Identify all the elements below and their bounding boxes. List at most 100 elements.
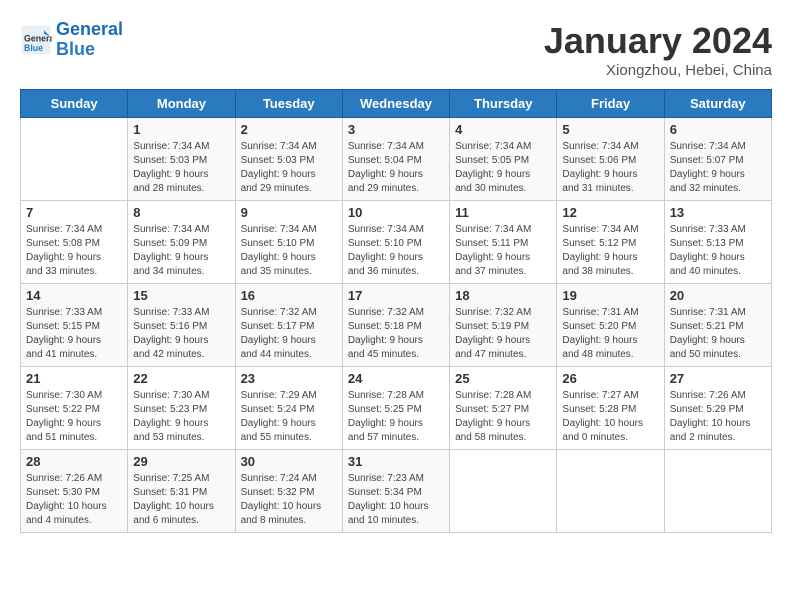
day-number: 28 xyxy=(26,454,122,469)
day-info: Sunrise: 7:34 AM Sunset: 5:06 PM Dayligh… xyxy=(562,140,658,196)
calendar-cell: 2 Sunrise: 7:34 AM Sunset: 5:03 PM Daylig… xyxy=(235,118,342,201)
day-info: Sunrise: 7:26 AM Sunset: 5:29 PM Dayligh… xyxy=(670,389,766,445)
day-info: Sunrise: 7:34 AM Sunset: 5:10 PM Dayligh… xyxy=(348,223,444,279)
day-number: 18 xyxy=(455,288,551,303)
day-info: Sunrise: 7:34 AM Sunset: 5:03 PM Dayligh… xyxy=(133,140,229,196)
day-info: Sunrise: 7:34 AM Sunset: 5:09 PM Dayligh… xyxy=(133,223,229,279)
day-info: Sunrise: 7:25 AM Sunset: 5:31 PM Dayligh… xyxy=(133,472,229,528)
weekday-header-tuesday: Tuesday xyxy=(235,90,342,118)
day-number: 9 xyxy=(241,205,337,220)
day-number: 17 xyxy=(348,288,444,303)
weekday-header-sunday: Sunday xyxy=(21,90,128,118)
calendar-cell: 25 Sunrise: 7:28 AM Sunset: 5:27 PM Dayli… xyxy=(450,367,557,450)
day-number: 1 xyxy=(133,122,229,137)
day-info: Sunrise: 7:31 AM Sunset: 5:20 PM Dayligh… xyxy=(562,306,658,362)
weekday-header-monday: Monday xyxy=(128,90,235,118)
day-info: Sunrise: 7:32 AM Sunset: 5:19 PM Dayligh… xyxy=(455,306,551,362)
day-info: Sunrise: 7:30 AM Sunset: 5:23 PM Dayligh… xyxy=(133,389,229,445)
day-number: 20 xyxy=(670,288,766,303)
day-info: Sunrise: 7:34 AM Sunset: 5:11 PM Dayligh… xyxy=(455,223,551,279)
day-number: 29 xyxy=(133,454,229,469)
calendar-cell: 10 Sunrise: 7:34 AM Sunset: 5:10 PM Dayli… xyxy=(342,201,449,284)
day-number: 6 xyxy=(670,122,766,137)
calendar-cell: 6 Sunrise: 7:34 AM Sunset: 5:07 PM Daylig… xyxy=(664,118,771,201)
day-info: Sunrise: 7:32 AM Sunset: 5:17 PM Dayligh… xyxy=(241,306,337,362)
day-number: 7 xyxy=(26,205,122,220)
calendar-cell xyxy=(664,450,771,533)
logo-text: GeneralBlue xyxy=(56,20,123,60)
day-info: Sunrise: 7:27 AM Sunset: 5:28 PM Dayligh… xyxy=(562,389,658,445)
calendar-cell: 11 Sunrise: 7:34 AM Sunset: 5:11 PM Dayli… xyxy=(450,201,557,284)
day-number: 31 xyxy=(348,454,444,469)
day-number: 5 xyxy=(562,122,658,137)
calendar-cell: 13Sunrise: 7:33 AM Sunset: 5:13 PM Dayli… xyxy=(664,201,771,284)
location-subtitle: Xiongzhou, Hebei, China xyxy=(544,62,772,79)
day-number: 21 xyxy=(26,371,122,386)
day-info: Sunrise: 7:32 AM Sunset: 5:18 PM Dayligh… xyxy=(348,306,444,362)
calendar-cell: 9 Sunrise: 7:34 AM Sunset: 5:10 PM Daylig… xyxy=(235,201,342,284)
calendar-cell: 24Sunrise: 7:28 AM Sunset: 5:25 PM Dayli… xyxy=(342,367,449,450)
day-info: Sunrise: 7:33 AM Sunset: 5:16 PM Dayligh… xyxy=(133,306,229,362)
day-info: Sunrise: 7:26 AM Sunset: 5:30 PM Dayligh… xyxy=(26,472,122,528)
calendar-cell: 15 Sunrise: 7:33 AM Sunset: 5:16 PM Dayli… xyxy=(128,284,235,367)
calendar-cell xyxy=(450,450,557,533)
logo-icon: General Blue xyxy=(20,24,52,56)
calendar-cell: 3 Sunrise: 7:34 AM Sunset: 5:04 PM Daylig… xyxy=(342,118,449,201)
weekday-header-row: SundayMondayTuesdayWednesdayThursdayFrid… xyxy=(21,90,772,118)
day-info: Sunrise: 7:34 AM Sunset: 5:05 PM Dayligh… xyxy=(455,140,551,196)
day-info: Sunrise: 7:33 AM Sunset: 5:15 PM Dayligh… xyxy=(26,306,122,362)
day-info: Sunrise: 7:34 AM Sunset: 5:04 PM Dayligh… xyxy=(348,140,444,196)
day-info: Sunrise: 7:28 AM Sunset: 5:27 PM Dayligh… xyxy=(455,389,551,445)
day-number: 10 xyxy=(348,205,444,220)
calendar-cell: 8Sunrise: 7:34 AM Sunset: 5:09 PM Daylig… xyxy=(128,201,235,284)
calendar-week-row: 21Sunrise: 7:30 AM Sunset: 5:22 PM Dayli… xyxy=(21,367,772,450)
day-number: 4 xyxy=(455,122,551,137)
calendar-week-row: 28 Sunrise: 7:26 AM Sunset: 5:30 PM Dayli… xyxy=(21,450,772,533)
day-number: 14 xyxy=(26,288,122,303)
logo: General Blue GeneralBlue xyxy=(20,20,123,60)
day-number: 22 xyxy=(133,371,229,386)
weekday-header-wednesday: Wednesday xyxy=(342,90,449,118)
day-number: 3 xyxy=(348,122,444,137)
calendar-cell: 30Sunrise: 7:24 AM Sunset: 5:32 PM Dayli… xyxy=(235,450,342,533)
calendar-cell: 18 Sunrise: 7:32 AM Sunset: 5:19 PM Dayli… xyxy=(450,284,557,367)
day-info: Sunrise: 7:34 AM Sunset: 5:08 PM Dayligh… xyxy=(26,223,122,279)
calendar-week-row: 1 Sunrise: 7:34 AM Sunset: 5:03 PM Daylig… xyxy=(21,118,772,201)
day-number: 24 xyxy=(348,371,444,386)
day-info: Sunrise: 7:23 AM Sunset: 5:34 PM Dayligh… xyxy=(348,472,444,528)
calendar-cell: 14 Sunrise: 7:33 AM Sunset: 5:15 PM Dayli… xyxy=(21,284,128,367)
calendar-cell: 27 Sunrise: 7:26 AM Sunset: 5:29 PM Dayli… xyxy=(664,367,771,450)
day-number: 15 xyxy=(133,288,229,303)
calendar-header: SundayMondayTuesdayWednesdayThursdayFrid… xyxy=(21,90,772,118)
day-number: 25 xyxy=(455,371,551,386)
calendar-cell: 12 Sunrise: 7:34 AM Sunset: 5:12 PM Dayli… xyxy=(557,201,664,284)
calendar-cell: 4 Sunrise: 7:34 AM Sunset: 5:05 PM Daylig… xyxy=(450,118,557,201)
day-info: Sunrise: 7:34 AM Sunset: 5:03 PM Dayligh… xyxy=(241,140,337,196)
calendar-cell: 28 Sunrise: 7:26 AM Sunset: 5:30 PM Dayli… xyxy=(21,450,128,533)
calendar-week-row: 7 Sunrise: 7:34 AM Sunset: 5:08 PM Daylig… xyxy=(21,201,772,284)
calendar-cell: 26 Sunrise: 7:27 AM Sunset: 5:28 PM Dayli… xyxy=(557,367,664,450)
weekday-header-friday: Friday xyxy=(557,90,664,118)
day-number: 19 xyxy=(562,288,658,303)
calendar-cell: 21Sunrise: 7:30 AM Sunset: 5:22 PM Dayli… xyxy=(21,367,128,450)
calendar-cell xyxy=(21,118,128,201)
weekday-header-saturday: Saturday xyxy=(664,90,771,118)
day-info: Sunrise: 7:34 AM Sunset: 5:10 PM Dayligh… xyxy=(241,223,337,279)
day-number: 27 xyxy=(670,371,766,386)
day-info: Sunrise: 7:34 AM Sunset: 5:12 PM Dayligh… xyxy=(562,223,658,279)
calendar-cell: 5 Sunrise: 7:34 AM Sunset: 5:06 PM Daylig… xyxy=(557,118,664,201)
day-info: Sunrise: 7:24 AM Sunset: 5:32 PM Dayligh… xyxy=(241,472,337,528)
calendar-cell: 17 Sunrise: 7:32 AM Sunset: 5:18 PM Dayli… xyxy=(342,284,449,367)
day-number: 11 xyxy=(455,205,551,220)
day-number: 16 xyxy=(241,288,337,303)
calendar-table: SundayMondayTuesdayWednesdayThursdayFrid… xyxy=(20,89,772,533)
day-number: 13 xyxy=(670,205,766,220)
day-info: Sunrise: 7:34 AM Sunset: 5:07 PM Dayligh… xyxy=(670,140,766,196)
calendar-cell: 29 Sunrise: 7:25 AM Sunset: 5:31 PM Dayli… xyxy=(128,450,235,533)
calendar-cell: 20Sunrise: 7:31 AM Sunset: 5:21 PM Dayli… xyxy=(664,284,771,367)
day-number: 26 xyxy=(562,371,658,386)
calendar-cell: 19 Sunrise: 7:31 AM Sunset: 5:20 PM Dayli… xyxy=(557,284,664,367)
day-info: Sunrise: 7:29 AM Sunset: 5:24 PM Dayligh… xyxy=(241,389,337,445)
day-number: 2 xyxy=(241,122,337,137)
day-number: 12 xyxy=(562,205,658,220)
